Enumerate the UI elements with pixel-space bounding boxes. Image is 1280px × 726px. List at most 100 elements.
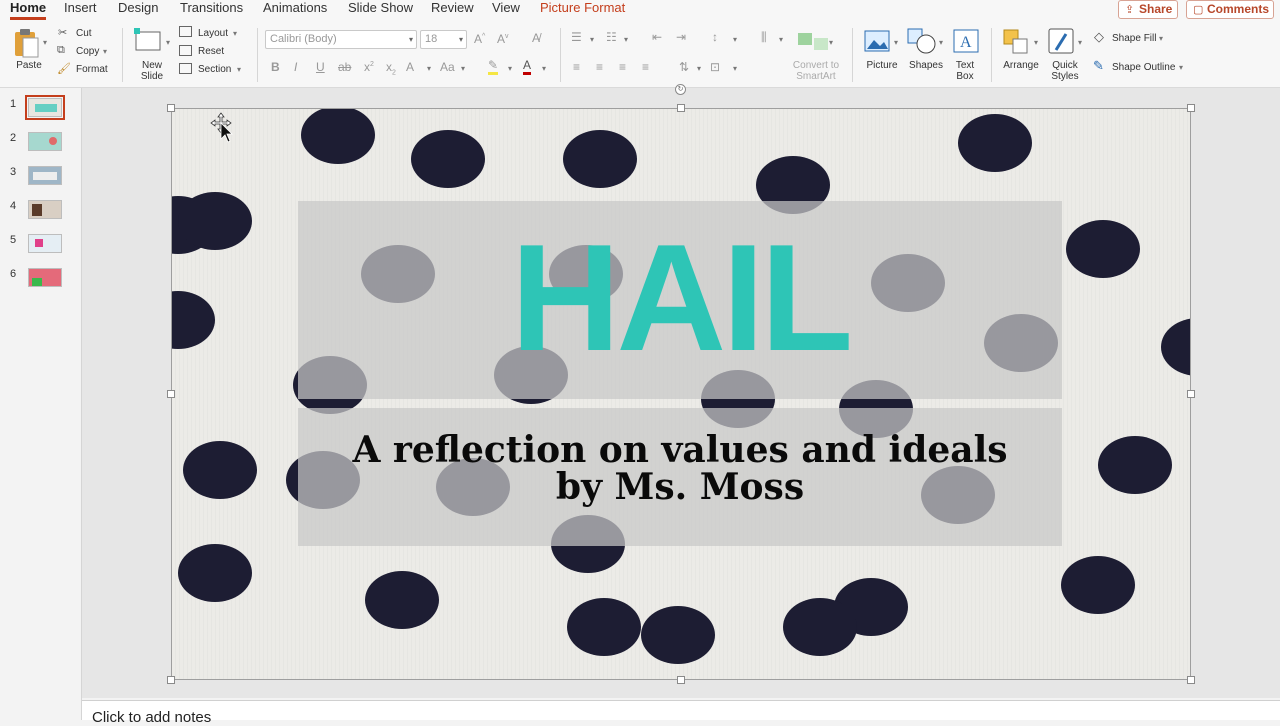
section-dropdown-icon[interactable]: ▾ bbox=[237, 65, 241, 74]
copy-icon[interactable]: ⧉ bbox=[57, 44, 65, 57]
arrange-icon[interactable] bbox=[1003, 29, 1031, 55]
comments-button[interactable]: ▢ Comments bbox=[1186, 0, 1274, 19]
chevron-down-icon[interactable]: ▾ bbox=[1179, 63, 1183, 72]
resize-handle[interactable] bbox=[167, 104, 175, 112]
text-box-label-1[interactable]: Text bbox=[948, 60, 982, 71]
arrange-label[interactable]: Arrange bbox=[1000, 60, 1042, 71]
slide-thumbnail-3[interactable] bbox=[28, 166, 62, 185]
shape-fill-button[interactable]: Shape Fill bbox=[1112, 33, 1156, 44]
slide-thumbnail-1[interactable] bbox=[25, 95, 65, 120]
font-color-icon[interactable]: A bbox=[523, 58, 532, 75]
new-slide-icon[interactable] bbox=[134, 28, 164, 52]
slide-thumbnail-5[interactable] bbox=[28, 234, 62, 253]
copy-button[interactable]: Copy bbox=[76, 46, 99, 57]
chevron-down-icon[interactable]: ▾ bbox=[733, 64, 737, 73]
layout-button[interactable]: Layout bbox=[198, 28, 228, 39]
paste-dropdown-icon[interactable]: ▾ bbox=[43, 38, 47, 47]
resize-handle[interactable] bbox=[1187, 104, 1195, 112]
copy-dropdown-icon[interactable]: ▾ bbox=[103, 47, 107, 56]
increase-font-icon[interactable]: A^ bbox=[474, 32, 485, 46]
increase-indent-icon[interactable]: ⇥ bbox=[676, 30, 686, 44]
pen-icon[interactable]: ✎ bbox=[1093, 58, 1104, 74]
shapes-label[interactable]: Shapes bbox=[905, 60, 947, 71]
quick-styles-icon[interactable] bbox=[1048, 28, 1076, 56]
align-text-icon[interactable]: ⊡ bbox=[710, 60, 720, 74]
cut-button[interactable]: Cut bbox=[76, 28, 92, 39]
convert-smartart-label-1[interactable]: Convert to bbox=[788, 60, 844, 71]
share-button[interactable]: ⇪ Share bbox=[1118, 0, 1178, 19]
text-box-label-2[interactable]: Box bbox=[948, 71, 982, 82]
resize-handle[interactable] bbox=[1187, 676, 1195, 684]
tab-design[interactable]: Design bbox=[118, 0, 158, 18]
new-slide-label-2[interactable]: Slide bbox=[137, 71, 167, 82]
highlight-icon[interactable]: ✎ bbox=[488, 58, 499, 75]
resize-handle[interactable] bbox=[167, 390, 175, 398]
chevron-down-icon[interactable]: ▾ bbox=[1078, 38, 1082, 47]
reset-icon[interactable] bbox=[179, 45, 192, 56]
chevron-down-icon[interactable]: ▾ bbox=[939, 38, 943, 47]
chevron-down-icon[interactable]: ▾ bbox=[624, 35, 628, 44]
new-slide-dropdown-icon[interactable]: ▾ bbox=[166, 38, 170, 47]
slide-thumbnail-2[interactable] bbox=[28, 132, 62, 151]
picture-icon[interactable] bbox=[864, 30, 890, 52]
justify-icon[interactable]: ≡ bbox=[642, 60, 649, 74]
section-icon[interactable] bbox=[179, 63, 192, 74]
chevron-down-icon[interactable]: ▾ bbox=[1159, 34, 1163, 43]
slide-subtitle[interactable]: A reflection on values and ideals by Ms.… bbox=[298, 432, 1062, 506]
font-size-box[interactable]: 18 ▾ bbox=[420, 30, 467, 49]
tab-insert[interactable]: Insert bbox=[64, 0, 97, 18]
slide-thumbnail-4[interactable] bbox=[28, 200, 62, 219]
tab-view[interactable]: View bbox=[492, 0, 520, 18]
italic-icon[interactable]: I bbox=[294, 60, 297, 74]
align-right-icon[interactable]: ≡ bbox=[619, 60, 626, 74]
layout-dropdown-icon[interactable]: ▾ bbox=[233, 29, 237, 38]
decrease-indent-icon[interactable]: ⇤ bbox=[652, 30, 662, 44]
tab-transitions[interactable]: Transitions bbox=[180, 0, 243, 18]
rotate-handle-icon[interactable]: ↻ bbox=[675, 84, 686, 95]
chevron-down-icon[interactable]: ▾ bbox=[829, 38, 833, 47]
tab-animations[interactable]: Animations bbox=[263, 0, 327, 18]
picture-label[interactable]: Picture bbox=[862, 60, 902, 71]
paint-bucket-icon[interactable]: ◇ bbox=[1094, 29, 1104, 45]
chevron-down-icon[interactable]: ▾ bbox=[461, 64, 465, 73]
bullets-icon[interactable]: ☰ bbox=[571, 30, 582, 44]
new-slide-label-1[interactable]: New bbox=[137, 60, 167, 71]
tab-picture-format[interactable]: Picture Format bbox=[540, 0, 625, 18]
paste-icon[interactable] bbox=[12, 28, 40, 58]
resize-handle[interactable] bbox=[677, 104, 685, 112]
chevron-down-icon[interactable]: ▾ bbox=[1034, 38, 1038, 47]
bold-icon[interactable]: B bbox=[271, 60, 280, 74]
chevron-down-icon[interactable]: ▾ bbox=[894, 38, 898, 47]
quick-styles-label-1[interactable]: Quick bbox=[1045, 60, 1085, 71]
subscript-icon[interactable]: x2 bbox=[386, 60, 396, 76]
change-case-icon[interactable]: Aa bbox=[440, 60, 455, 74]
strikethrough-icon[interactable]: ab bbox=[338, 60, 351, 74]
resize-handle[interactable] bbox=[677, 676, 685, 684]
underline-icon[interactable]: U bbox=[316, 60, 325, 74]
format-painter-icon[interactable]: 🖌 bbox=[57, 62, 71, 75]
chevron-down-icon[interactable]: ▾ bbox=[427, 64, 431, 73]
shapes-icon[interactable] bbox=[907, 28, 937, 54]
columns-icon[interactable]: ⫼ bbox=[761, 30, 767, 45]
superscript-icon[interactable]: x2 bbox=[364, 60, 374, 74]
numbering-icon[interactable]: ☷ bbox=[606, 30, 617, 44]
tab-review[interactable]: Review bbox=[431, 0, 474, 18]
reset-button[interactable]: Reset bbox=[198, 46, 224, 57]
smartart-icon[interactable] bbox=[796, 30, 832, 52]
layout-icon[interactable] bbox=[179, 26, 192, 37]
quick-styles-label-2[interactable]: Styles bbox=[1045, 71, 1085, 82]
align-left-icon[interactable]: ≡ bbox=[573, 60, 580, 74]
resize-handle[interactable] bbox=[167, 676, 175, 684]
paste-label[interactable]: Paste bbox=[14, 60, 44, 71]
notes-pane[interactable]: Click to add notes bbox=[82, 700, 1280, 726]
cut-icon[interactable]: ✂ bbox=[58, 26, 67, 39]
line-spacing-icon[interactable]: ↕ bbox=[712, 30, 718, 44]
chevron-down-icon[interactable]: ▾ bbox=[590, 35, 594, 44]
format-painter-button[interactable]: Format bbox=[76, 64, 108, 75]
convert-smartart-label-2[interactable]: SmartArt bbox=[788, 71, 844, 82]
resize-handle[interactable] bbox=[1187, 390, 1195, 398]
shape-outline-button[interactable]: Shape Outline bbox=[1112, 62, 1175, 73]
clear-formatting-icon[interactable]: A̸ bbox=[532, 31, 540, 45]
font-name-box[interactable]: Calibri (Body) ▾ bbox=[265, 30, 417, 49]
slide-thumbnail-6[interactable] bbox=[28, 268, 62, 287]
